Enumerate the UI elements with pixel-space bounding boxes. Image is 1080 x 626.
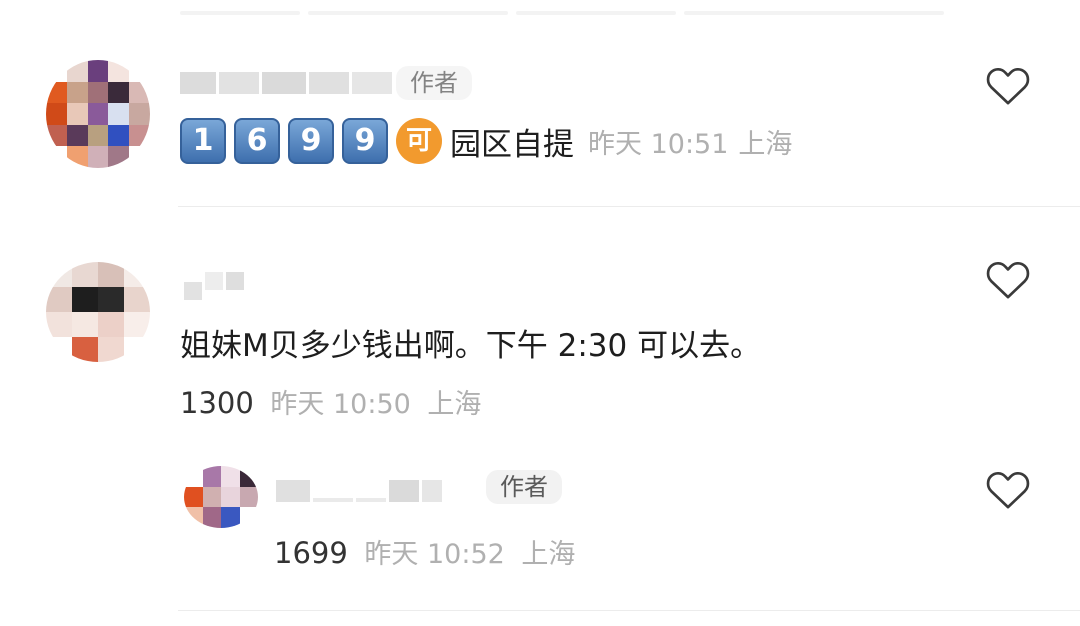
author-name-blurred[interactable] bbox=[180, 72, 392, 94]
author-tag: 作者 bbox=[396, 66, 472, 100]
comment-location: 上海 bbox=[427, 389, 482, 420]
comment-location: 上海 bbox=[521, 539, 576, 570]
comment-body: 1 6 9 9 可 园区自提 昨天 10:51 上海 bbox=[180, 118, 792, 164]
keycap-emoji: 1 bbox=[180, 118, 226, 164]
heart-outline-icon[interactable] bbox=[985, 64, 1031, 106]
comment-number: 1300 bbox=[180, 386, 254, 420]
avatar[interactable] bbox=[46, 60, 150, 168]
keycap-emoji: 9 bbox=[342, 118, 388, 164]
comment-location: 上海 bbox=[738, 128, 793, 160]
heart-outline-icon[interactable] bbox=[985, 468, 1031, 510]
keycap-emoji: 9 bbox=[288, 118, 334, 164]
divider bbox=[178, 206, 1080, 207]
comment-meta: 1300 昨天 10:50 上海 bbox=[180, 382, 481, 421]
comment-time: 昨天 10:50 bbox=[270, 389, 411, 420]
heart-outline-icon[interactable] bbox=[985, 258, 1031, 300]
comment-meta: 1699 昨天 10:52 上海 bbox=[274, 532, 575, 571]
avatar[interactable] bbox=[184, 466, 258, 528]
comment-time: 昨天 10:52 bbox=[364, 539, 505, 570]
ke-badge-emoji: 可 bbox=[396, 118, 442, 164]
comment-time: 昨天 10:51 bbox=[588, 128, 729, 160]
avatar[interactable] bbox=[46, 262, 150, 362]
comment-number: 1699 bbox=[274, 536, 348, 570]
author-name-blurred[interactable] bbox=[184, 262, 244, 300]
author-tag: 作者 bbox=[486, 470, 562, 504]
comment-text: 姐妹M贝多少钱出啊。下午 2:30 可以去。 bbox=[180, 328, 762, 364]
keycap-emoji: 6 bbox=[234, 118, 280, 164]
comment-text: 园区自提 bbox=[450, 126, 574, 163]
previous-comment-fade bbox=[180, 0, 1000, 15]
divider bbox=[178, 610, 1080, 611]
author-name-blurred[interactable] bbox=[276, 480, 442, 502]
